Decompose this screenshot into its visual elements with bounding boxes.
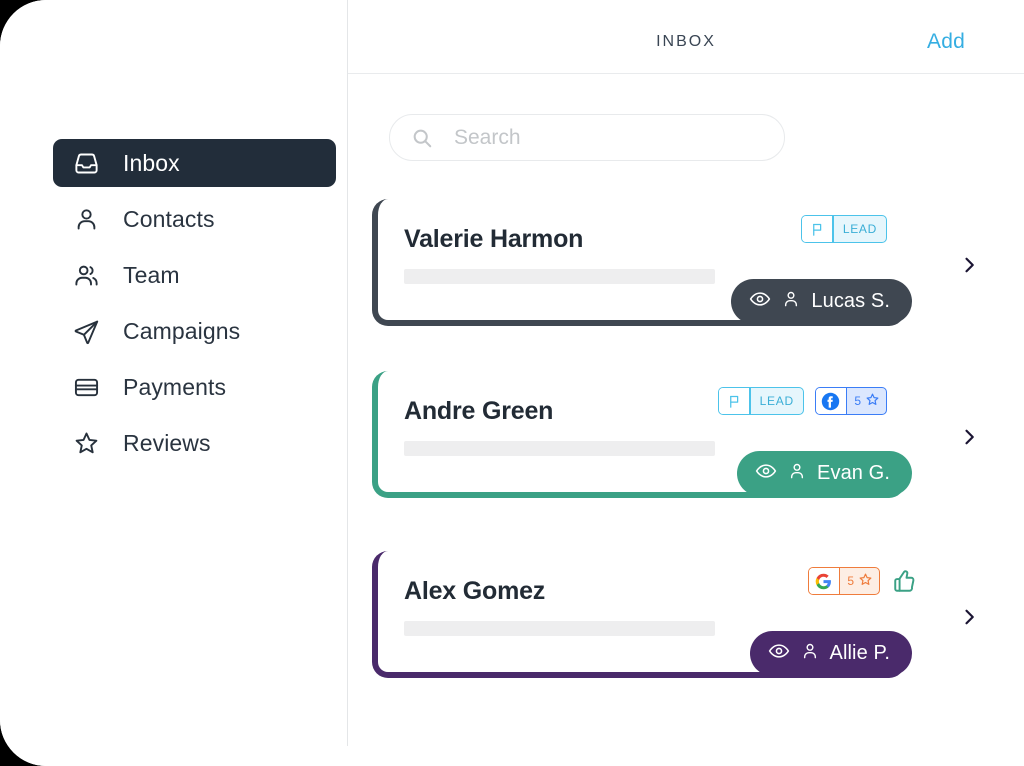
search-icon (410, 126, 434, 150)
person-icon (800, 641, 820, 667)
assignee-name: Lucas S. (811, 290, 890, 312)
assignee-pill[interactable]: Allie P. (749, 631, 912, 676)
flag-icon (719, 388, 750, 414)
chevron-right-icon[interactable] (959, 255, 979, 275)
google-icon (808, 568, 839, 594)
badge-row: LEAD 5 (718, 387, 887, 415)
conversation-card[interactable]: Alex Gomez 5 Allie P. (372, 551, 974, 683)
credit-card-icon (71, 372, 101, 402)
app-window: Inbox Contacts Team Campaigns Payments R… (0, 0, 1024, 766)
status-badge-lead[interactable]: LEAD (718, 387, 804, 415)
star-outline-icon (865, 392, 880, 410)
contact-name: Valerie Harmon (404, 225, 584, 253)
sidebar-nav: Inbox Contacts Team Campaigns Payments R… (53, 139, 336, 475)
assignee-name: Allie P. (829, 642, 890, 664)
badge-label: LEAD (842, 222, 877, 236)
chevron-right-icon[interactable] (959, 427, 979, 447)
card-body[interactable]: Andre Green LEAD 5 Evan G. (372, 371, 912, 498)
sidebar-item-label: Contacts (123, 205, 215, 232)
rating-segment: 5 (847, 388, 886, 414)
assignee-pill[interactable]: Lucas S. (731, 279, 912, 324)
person-icon (781, 289, 801, 315)
assignee-name: Evan G. (817, 462, 890, 484)
contact-name: Alex Gomez (404, 577, 546, 605)
assignee-pill[interactable]: Evan G. (737, 451, 912, 496)
rating-value: 5 (854, 394, 861, 408)
sidebar-item-label: Team (123, 261, 180, 288)
card-body[interactable]: Valerie Harmon LEAD Lucas S. (372, 199, 912, 326)
page-title: INBOX (656, 33, 716, 50)
contact-name: Andre Green (404, 397, 554, 425)
inbox-icon (71, 148, 101, 178)
thumbs-up-icon[interactable] (891, 567, 919, 595)
star-outline-icon (858, 572, 873, 590)
rating-badge-facebook[interactable]: 5 (814, 387, 887, 415)
message-preview-placeholder (404, 441, 715, 456)
star-icon (71, 428, 101, 458)
facebook-icon (815, 388, 846, 414)
sidebar-item-label: Campaigns (123, 317, 241, 344)
sidebar: Inbox Contacts Team Campaigns Payments R… (0, 0, 349, 766)
chevron-right-icon[interactable] (959, 607, 979, 627)
sidebar-item-label: Payments (123, 373, 227, 400)
rating-badge-google[interactable]: 5 (807, 567, 880, 595)
card-body[interactable]: Alex Gomez 5 Allie P. (372, 551, 915, 678)
person-icon (71, 204, 101, 234)
message-preview-placeholder (404, 269, 715, 284)
person-icon (787, 461, 807, 487)
add-button[interactable]: Add (927, 30, 965, 54)
badge-row: 5 (807, 567, 919, 595)
sidebar-item-contacts[interactable]: Contacts (53, 195, 336, 243)
eye-icon (755, 460, 777, 488)
people-icon (71, 260, 101, 290)
badge-row: LEAD (801, 215, 887, 243)
top-bar: INBOX Add (348, 0, 1024, 74)
conversation-card[interactable]: Andre Green LEAD 5 Evan G. (372, 371, 974, 503)
sidebar-item-reviews[interactable]: Reviews (53, 419, 336, 467)
conversation-card[interactable]: Valerie Harmon LEAD Lucas S. (372, 199, 974, 331)
sidebar-item-label: Reviews (123, 429, 211, 456)
search-bar[interactable] (389, 114, 785, 161)
message-preview-placeholder (404, 621, 715, 636)
rating-value: 5 (847, 574, 854, 588)
sidebar-item-team[interactable]: Team (53, 251, 336, 299)
sidebar-item-label: Inbox (123, 149, 180, 176)
search-input[interactable] (452, 124, 746, 151)
sidebar-item-campaigns[interactable]: Campaigns (53, 307, 336, 355)
eye-icon (768, 640, 790, 668)
eye-icon (749, 288, 771, 316)
sidebar-item-inbox[interactable]: Inbox (53, 139, 336, 187)
main-panel: INBOX Add Valerie Harmon (348, 0, 1024, 766)
flag-icon (802, 216, 833, 242)
rating-segment: 5 (840, 568, 879, 594)
badge-label: LEAD (759, 394, 794, 408)
send-icon (71, 316, 101, 346)
sidebar-item-payments[interactable]: Payments (53, 363, 336, 411)
status-badge-lead[interactable]: LEAD (801, 215, 887, 243)
